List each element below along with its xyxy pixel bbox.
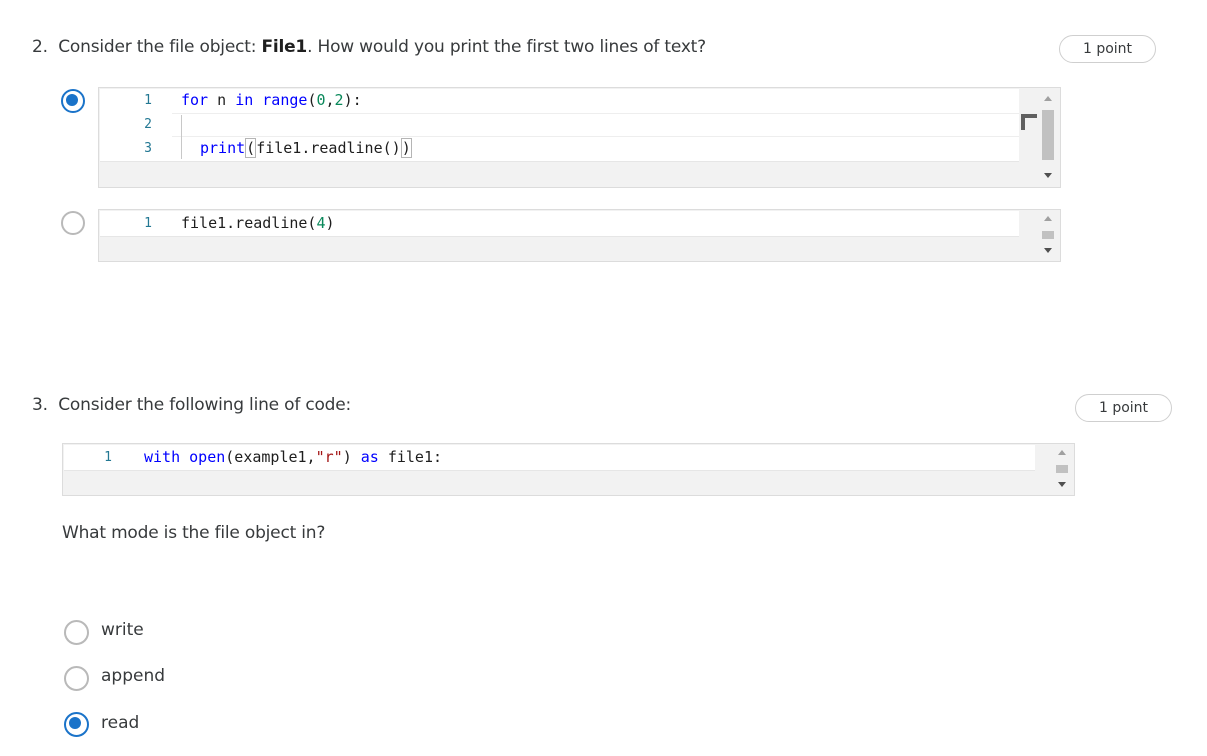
minimap-marker <box>1021 114 1025 130</box>
code-area[interactable]: 1 file1.readline(4) <box>100 211 1019 237</box>
code-line-1: for n in range(0,2): <box>181 91 362 109</box>
line-number: 1 <box>104 450 112 465</box>
line-number: 1 <box>144 93 152 108</box>
scroll-up-arrow-icon[interactable] <box>1058 450 1066 455</box>
line-number: 3 <box>144 141 152 156</box>
code-area[interactable]: 1 2 3 for n in range(0,2): print(file1.r… <box>100 89 1019 162</box>
question-2-title: 2. Consider the file object: File1. How … <box>32 37 706 57</box>
line-number: 1 <box>144 216 152 231</box>
points-badge: 1 point <box>1075 394 1172 422</box>
code-line-1: file1.readline(4) <box>181 214 335 232</box>
question-number: 2. <box>32 37 48 57</box>
code-area[interactable]: 1 with open(example1,"r") as file1: <box>64 445 1035 471</box>
q3-option-write-radio[interactable] <box>64 620 89 645</box>
points-badge: 1 point <box>1059 35 1156 63</box>
scroll-down-arrow-icon[interactable] <box>1058 482 1066 487</box>
vertical-scrollbar[interactable] <box>1050 444 1074 495</box>
code-line-3: print(file1.readline()) <box>200 138 412 158</box>
question-text: Consider the file object: <box>58 37 262 57</box>
code-line-1: with open(example1,"r") as file1: <box>144 448 443 466</box>
scroll-thumb[interactable] <box>1042 231 1054 239</box>
q2-option-1-radio[interactable] <box>61 89 85 113</box>
q2-option-1-code-editor[interactable]: 1 2 3 for n in range(0,2): print(file1.r… <box>98 87 1061 188</box>
option-label-read[interactable]: read <box>101 713 139 733</box>
q3-option-read-radio[interactable] <box>64 712 89 737</box>
option-label-append[interactable]: append <box>101 666 165 686</box>
question-text-end: . How would you print the first two line… <box>307 37 706 57</box>
question-text: Consider the following line of code: <box>58 395 352 415</box>
question-text-bold: File1 <box>261 37 308 57</box>
q2-option-2-radio[interactable] <box>61 211 85 235</box>
question-3-title: 3. Consider the following line of code: <box>32 395 351 415</box>
q3-code-editor[interactable]: 1 with open(example1,"r") as file1: <box>62 443 1075 496</box>
scroll-thumb[interactable] <box>1042 110 1054 160</box>
q3-option-append-radio[interactable] <box>64 666 89 691</box>
option-label-write[interactable]: write <box>101 620 144 640</box>
scroll-up-arrow-icon[interactable] <box>1044 216 1052 221</box>
scroll-down-arrow-icon[interactable] <box>1044 173 1052 178</box>
current-line-highlight <box>172 113 1019 137</box>
scroll-down-arrow-icon[interactable] <box>1044 248 1052 253</box>
scroll-up-arrow-icon[interactable] <box>1044 96 1052 101</box>
q2-option-2-code-editor[interactable]: 1 file1.readline(4) <box>98 209 1061 262</box>
followup-question: What mode is the file object in? <box>62 523 326 543</box>
vertical-scrollbar[interactable] <box>1036 210 1060 261</box>
indent-guide <box>181 115 182 159</box>
line-number: 2 <box>144 117 152 132</box>
question-number: 3. <box>32 395 48 415</box>
vertical-scrollbar[interactable] <box>1036 88 1060 187</box>
scroll-thumb[interactable] <box>1056 465 1068 473</box>
